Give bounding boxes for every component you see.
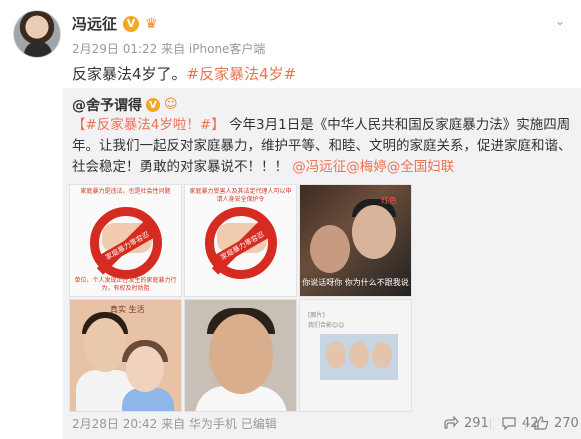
crown-icon: ♛: [145, 15, 158, 32]
person-figure: [209, 314, 273, 394]
person-figure: [326, 342, 346, 368]
reposted-content[interactable]: @舍予谓得 V ☺ 【#反家暴法4岁啦！#】 今年3月1日是《中华人民共和国反家…: [63, 88, 581, 439]
divider: [490, 418, 491, 430]
repost-hashtag-link[interactable]: 【#反家暴法4岁啦！#】: [72, 117, 225, 133]
image-thumbnail[interactable]: 家庭暴力受害人及其法定代理人可以申请人身安全保护令 家庭暴力零容忍: [184, 184, 297, 297]
chat-line: [图片]: [308, 312, 325, 319]
repost-text: 【#反家暴法4岁啦！#】 今年3月1日是《中华人民共和国反家庭暴力法》实施四周年…: [72, 115, 572, 178]
image-thumbnail[interactable]: [184, 299, 297, 412]
image-thumbnail[interactable]: 家庭暴力是违法，也是社会性问题 家庭暴力零容忍 单位、个人发现正在发生的家庭暴力…: [69, 184, 182, 297]
like-count: 270: [554, 415, 579, 431]
tv-caption-tag: 红色: [381, 196, 397, 205]
author-name[interactable]: 冯远征: [72, 13, 117, 34]
repost-count: 291: [464, 415, 489, 431]
like-button[interactable]: 270: [533, 415, 579, 431]
person-figure: [352, 205, 396, 259]
post-meta: 2月29日 01:22 来自 iPhone客户端: [72, 42, 266, 56]
tv-subtitle: 你说话呀你 你为什么不跟我说: [302, 278, 409, 287]
person-figure: [372, 342, 392, 368]
post-text: 反家暴法4岁了。#反家暴法4岁#: [72, 63, 296, 84]
mention-link[interactable]: @冯远征: [292, 159, 346, 175]
repost-author-name[interactable]: @舍予谓得: [72, 95, 142, 115]
repost-author-row: @舍予谓得 V ☺: [72, 95, 182, 115]
share-icon: [443, 415, 459, 431]
image-thumbnail[interactable]: 红色 你说话呀你 你为什么不跟我说: [299, 184, 412, 297]
repost-meta: 2月28日 20:42 来自 华为手机 已编辑: [72, 417, 277, 431]
mention-link[interactable]: @梅婷: [346, 159, 387, 175]
member-icon: ☺: [164, 97, 178, 112]
chat-line: 我们合影😊😊: [308, 322, 345, 329]
post-hashtag-link[interactable]: #反家暴法4岁#: [187, 65, 297, 83]
image-caption: 单位、个人发现正在发生的家庭暴力行为，有权及时劝阻: [74, 277, 177, 292]
thumbs-up-icon: [533, 415, 549, 431]
post-text-body: 反家暴法4岁了。: [72, 65, 187, 83]
weibo-post: 冯远征 V ♛ 2月29日 01:22 来自 iPhone客户端 ⌄ 反家暴法4…: [0, 0, 581, 439]
repost-button[interactable]: 291: [443, 415, 489, 431]
mention-link[interactable]: @全国妇联: [387, 159, 455, 175]
author-avatar[interactable]: [13, 10, 61, 58]
person-figure: [84, 318, 126, 372]
image-thumbnail[interactable]: 真实 生活: [69, 299, 182, 412]
verified-badge-icon: V: [123, 15, 140, 32]
divider: [525, 418, 526, 430]
person-figure: [349, 342, 369, 368]
comment-icon: [501, 415, 517, 431]
person-figure: [126, 346, 164, 392]
author-row: 冯远征 V ♛: [72, 13, 163, 34]
verified-badge-icon: V: [146, 98, 160, 112]
image-thumbnail[interactable]: [图片] 我们合影😊😊: [299, 299, 412, 412]
chevron-down-icon[interactable]: ⌄: [553, 14, 567, 28]
image-caption: 家庭暴力受害人及其法定代理人可以申请人身安全保护令: [189, 188, 292, 203]
image-caption: 家庭暴力是违法，也是社会性问题: [80, 188, 171, 195]
person-figure: [310, 225, 350, 273]
